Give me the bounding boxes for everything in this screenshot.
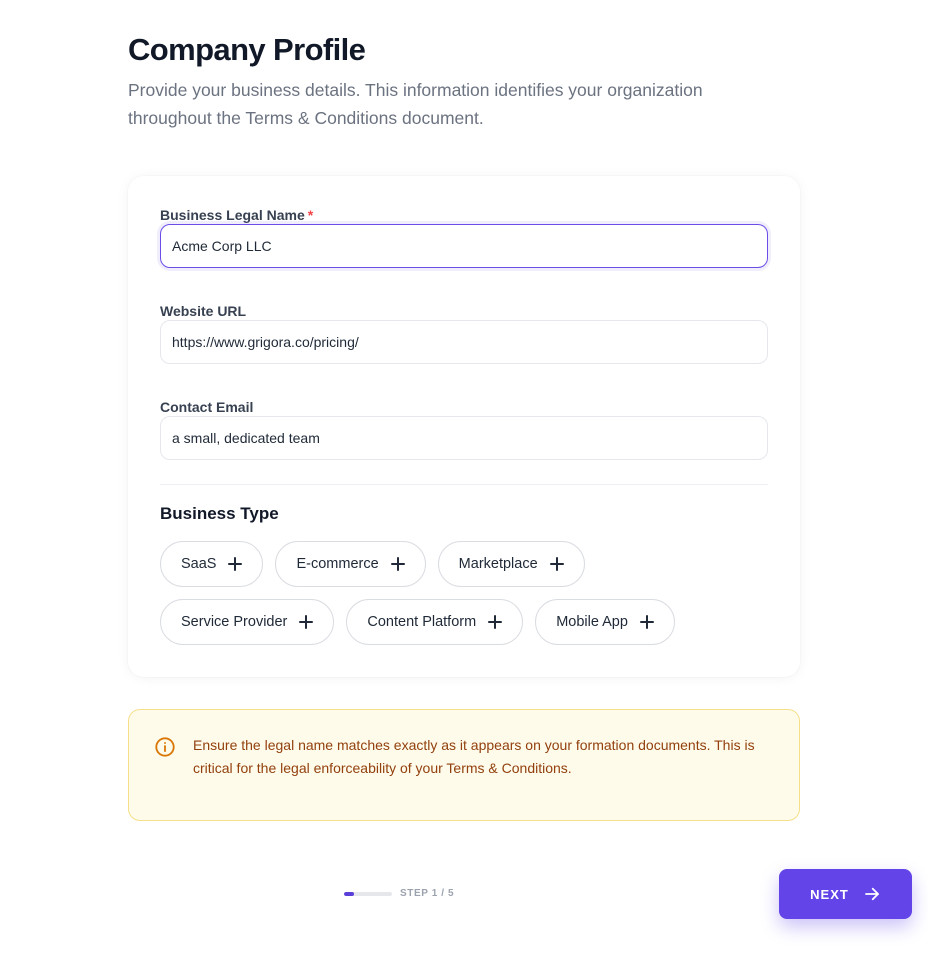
plus-icon: [549, 557, 564, 571]
page-subtitle: Provide your business details. This info…: [128, 80, 703, 128]
plus-icon: [228, 557, 243, 571]
notice-text: Ensure the legal name matches exactly as…: [193, 737, 755, 776]
arrow-right-icon: [864, 887, 879, 901]
business-type-row-1: SaaS E-commerce Marketplace: [160, 541, 585, 587]
website-url-input[interactable]: https://www.grigora.co/pricing/: [160, 320, 768, 364]
chip-label: SaaS: [181, 556, 217, 572]
section-divider: [160, 484, 768, 485]
plus-icon: [299, 615, 314, 629]
business-name-input[interactable]: Acme Corp LLC: [160, 224, 768, 268]
contact-email-input[interactable]: a small, dedicated team: [160, 416, 768, 460]
required-asterisk: *: [307, 207, 314, 223]
plus-icon: [390, 557, 405, 571]
business-name-label-text: Business Legal Name: [160, 207, 305, 223]
chip-label: E-commerce: [296, 556, 379, 572]
chip-service-provider[interactable]: Service Provider: [160, 599, 335, 645]
chip-marketplace[interactable]: Marketplace: [437, 541, 585, 587]
chip-label: Marketplace: [458, 556, 538, 572]
chip-ecommerce[interactable]: E-commerce: [275, 541, 426, 587]
page-title: Company Profile: [128, 32, 366, 67]
next-button[interactable]: NEXT: [779, 869, 912, 919]
chip-mobile-app[interactable]: Mobile App: [535, 599, 675, 645]
chip-label: Service Provider: [181, 614, 288, 630]
contact-email-value: a small, dedicated team: [172, 430, 320, 446]
chip-saas[interactable]: SaaS: [160, 541, 264, 587]
next-button-label: NEXT: [810, 886, 849, 902]
website-url-value: https://www.grigora.co/pricing/: [172, 334, 359, 350]
business-name-value: Acme Corp LLC: [172, 238, 272, 254]
company-profile-page: Company Profile Provide your business de…: [0, 0, 928, 975]
info-icon: [155, 737, 175, 757]
website-url-label: Website URL: [160, 303, 247, 319]
business-type-title: Business Type: [160, 504, 279, 523]
contact-email-label: Contact Email: [160, 399, 254, 415]
business-name-label: Business Legal Name *: [160, 206, 313, 224]
plus-icon: [639, 615, 654, 629]
business-details-card: Business Legal Name * Acme Corp LLC Websi…: [128, 176, 800, 677]
chip-content-platform[interactable]: Content Platform: [346, 599, 524, 645]
step-indicator: STEP 1 / 5: [400, 888, 455, 899]
plus-icon: [488, 615, 503, 629]
chip-label: Content Platform: [367, 614, 477, 630]
business-type-row-2: Service Provider Content Platform Mobile…: [160, 599, 675, 645]
chip-label: Mobile App: [556, 614, 628, 630]
step-progress-bar: [344, 892, 392, 896]
legal-name-notice: Ensure the legal name matches exactly as…: [128, 709, 800, 821]
step-progress-fill: [344, 892, 354, 896]
